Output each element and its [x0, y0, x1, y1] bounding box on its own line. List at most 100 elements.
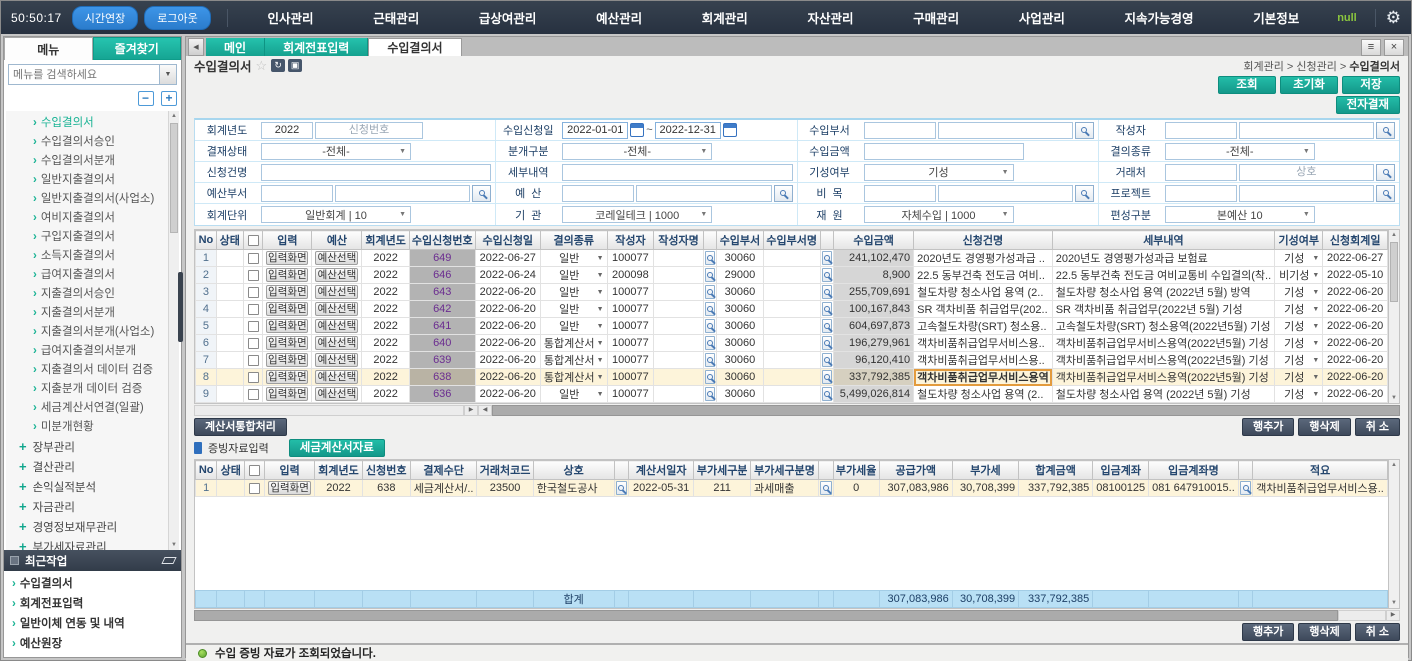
detail-cancel-button[interactable]: 취 소 — [1355, 623, 1400, 641]
year-input[interactable] — [261, 122, 313, 139]
dropdown-cell[interactable]: 일반▼ — [540, 301, 607, 318]
grid-row[interactable]: 9입력화면예산선택20226362022-06-20일반▼10007730060… — [196, 386, 1388, 403]
chevron-down-icon[interactable]: ▼ — [159, 65, 176, 84]
lookup-button[interactable] — [822, 302, 832, 316]
input-screen-button[interactable]: 입력화면 — [266, 336, 308, 350]
recent-work-item[interactable]: ›예산원장 — [4, 634, 171, 654]
code-input[interactable] — [864, 122, 936, 139]
budget-select-button[interactable]: 예산선택 — [315, 302, 358, 316]
topnav-item[interactable]: 인사관리 — [262, 8, 320, 27]
sidebar-item[interactable]: ›일반지출결의서(사업소) — [6, 190, 167, 209]
lookup-button[interactable] — [616, 481, 628, 495]
code-input[interactable] — [864, 185, 936, 202]
search-button[interactable]: 조회 — [1218, 76, 1276, 94]
budget-select-button[interactable]: 예산선택 — [315, 285, 358, 299]
sidebar-item[interactable]: ›소득지출결의서 — [6, 247, 167, 266]
lookup-button[interactable] — [705, 353, 715, 367]
expand-plus-icon[interactable]: + — [19, 479, 27, 494]
lookup-button[interactable] — [705, 251, 715, 265]
topnav-item[interactable]: 회계관리 — [696, 8, 754, 27]
text-input[interactable] — [261, 164, 491, 181]
dropdown-cell[interactable]: 기성▼ — [1275, 301, 1323, 318]
budget-select-button[interactable]: 예산선택 — [315, 353, 358, 367]
grid-row[interactable]: 8입력화면예산선택20226382022-06-20통합계산서▼10007730… — [196, 369, 1388, 386]
lookup-button[interactable] — [705, 387, 715, 401]
select-all-checkbox[interactable] — [249, 465, 260, 476]
expand-plus-icon[interactable]: + — [19, 499, 27, 514]
code-input[interactable] — [1165, 164, 1237, 181]
dropdown-select[interactable]: -전체-▼ — [562, 143, 712, 160]
input-screen-button[interactable]: 입력화면 — [266, 302, 308, 316]
text-input[interactable] — [562, 164, 792, 181]
dropdown-cell[interactable]: 기성▼ — [1275, 250, 1323, 267]
dropdown-cell[interactable]: 기성▼ — [1275, 386, 1323, 403]
budget-select-button[interactable]: 예산선택 — [315, 268, 358, 282]
document-tab[interactable]: 메인 — [206, 38, 265, 56]
lookup-button[interactable] — [1240, 481, 1252, 495]
main-row-add-button[interactable]: 행추가 — [1242, 418, 1294, 436]
sidebar-item[interactable]: ›급여지출결의서분개 — [6, 342, 167, 361]
row-checkbox[interactable] — [248, 287, 259, 298]
row-checkbox[interactable] — [249, 483, 260, 494]
dropdown-cell[interactable]: 일반▼ — [540, 318, 607, 335]
sidebar-group[interactable]: +자금관리 — [6, 497, 167, 517]
grid-row[interactable]: 1입력화면2022638세금계산서/..23500한국철도공사2022-05-3… — [196, 480, 1388, 497]
sidebar-group[interactable]: +장부관리 — [6, 437, 167, 457]
scroll-right-icon[interactable]: ▶ — [1386, 610, 1400, 621]
expand-plus-icon[interactable]: + — [19, 519, 27, 534]
lookup-button[interactable] — [705, 285, 715, 299]
lookup-button[interactable] — [705, 370, 715, 384]
input-screen-button[interactable]: 입력화면 — [266, 370, 308, 384]
sidebar-item[interactable]: ›수입결의서 — [6, 114, 167, 133]
sidebar-item[interactable]: ›지출결의서분개(사업소) — [6, 323, 167, 342]
lookup-button[interactable] — [820, 481, 832, 495]
detail-row-delete-button[interactable]: 행삭제 — [1298, 623, 1350, 641]
name-input[interactable] — [335, 185, 470, 202]
topnav-item[interactable]: 구매관리 — [907, 8, 965, 27]
sidebar-group[interactable]: +부가세자료관리 — [6, 537, 167, 550]
sidebar-item[interactable]: ›급여지출결의서 — [6, 266, 167, 285]
row-checkbox[interactable] — [248, 372, 259, 383]
scroll-up-icon[interactable]: ▲ — [169, 111, 179, 121]
name-input[interactable] — [938, 185, 1073, 202]
tab-list-icon[interactable]: ≡ — [1361, 39, 1381, 56]
calendar-icon[interactable] — [723, 123, 737, 137]
dropdown-cell[interactable]: 기성▼ — [1275, 284, 1323, 301]
dropdown-select[interactable]: 기성▼ — [864, 164, 1014, 181]
budget-select-button[interactable]: 예산선택 — [315, 319, 358, 333]
sidebar-item[interactable]: ›지출분개 데이터 검증 — [6, 380, 167, 399]
row-checkbox[interactable] — [248, 304, 259, 315]
tree-collapse-button[interactable]: − — [138, 91, 154, 106]
input-screen-button[interactable]: 입력화면 — [266, 319, 308, 333]
budget-select-button[interactable]: 예산선택 — [315, 387, 358, 401]
dropdown-cell[interactable]: 일반▼ — [540, 284, 607, 301]
dropdown-select[interactable]: -전체-▼ — [1165, 143, 1315, 160]
name-input[interactable] — [1239, 164, 1374, 181]
breadcrumb-item[interactable]: 회계관리 — [1243, 61, 1283, 73]
topnav-item[interactable]: 급상여관리 — [473, 8, 543, 27]
sidebar-item[interactable]: ›미분개현황 — [6, 418, 167, 437]
topnav-item[interactable]: 근태관리 — [367, 8, 425, 27]
recent-work-item[interactable]: ›회계전표입력 — [4, 594, 171, 614]
sidebar-group[interactable]: +손익실적분석 — [6, 477, 167, 497]
dropdown-select[interactable]: 자체수입 | 1000▼ — [864, 206, 1014, 223]
lookup-button[interactable] — [822, 387, 832, 401]
breadcrumb-item[interactable]: 신청관리 — [1296, 61, 1336, 73]
dropdown-cell[interactable]: 기성▼ — [1275, 318, 1323, 335]
e-approval-button[interactable]: 전자결재 — [1336, 96, 1400, 114]
amount-input[interactable] — [864, 143, 1024, 160]
sidebar-item[interactable]: ›일반지출결의서 — [6, 171, 167, 190]
sidebar-item[interactable]: ›지출결의서승인 — [6, 285, 167, 304]
code-input[interactable] — [562, 185, 634, 202]
menu-search-input[interactable] — [9, 65, 159, 84]
dropdown-cell[interactable]: 비기성▼ — [1275, 267, 1323, 284]
grid-row[interactable]: 1입력화면예산선택20226492022-06-27일반▼10007730060… — [196, 250, 1388, 267]
dropdown-select[interactable]: -전체-▼ — [261, 143, 411, 160]
input-screen-button[interactable]: 입력화면 — [268, 481, 311, 495]
name-input[interactable] — [938, 122, 1073, 139]
sidebar-item[interactable]: ›수입결의서분개 — [6, 152, 167, 171]
grid-row[interactable]: 7입력화면예산선택20226392022-06-20통합계산서▼10007730… — [196, 352, 1388, 369]
dropdown-cell[interactable]: 기성▼ — [1275, 335, 1323, 352]
name-input[interactable] — [1239, 122, 1374, 139]
tree-expand-button[interactable]: + — [161, 91, 177, 106]
